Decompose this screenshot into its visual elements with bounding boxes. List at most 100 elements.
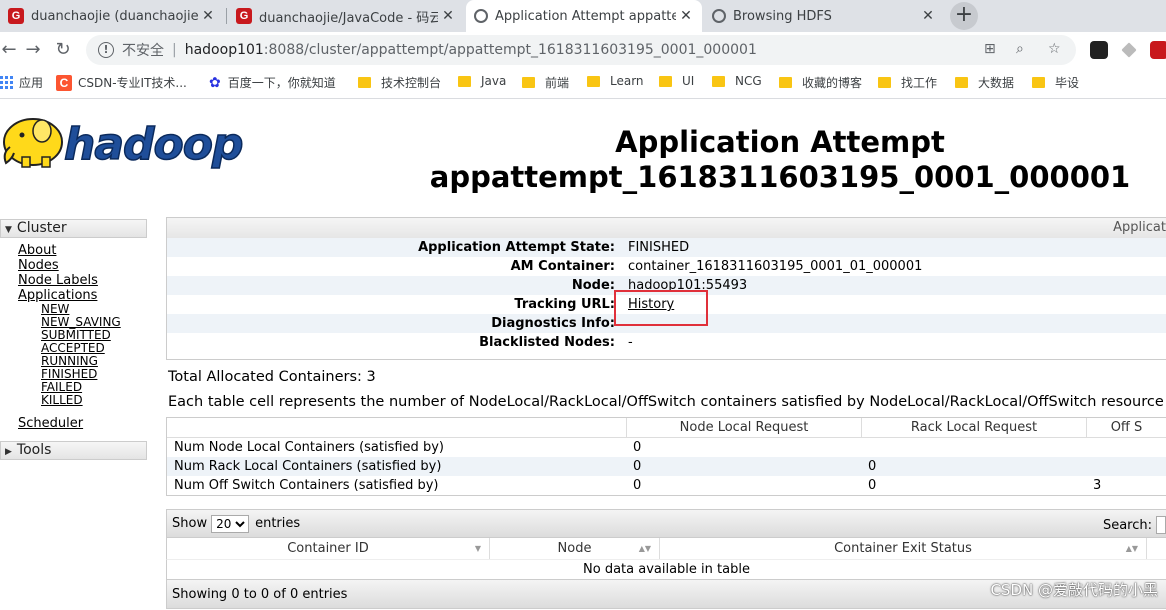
new-tab-button[interactable]: + <box>950 2 978 30</box>
bookmark-baidu[interactable]: ✿ 百度一下，你就知道 <box>209 74 336 91</box>
page-content: hadoop Application Attempt appattempt_16… <box>0 99 1166 609</box>
bookmark-folder[interactable]: Java <box>458 74 506 88</box>
bookmark-label: 应用 <box>19 76 44 90</box>
container-locality-table: Node Local Request Rack Local Request Of… <box>166 417 1166 496</box>
tab-gitee-javacode[interactable]: G duanchaojie/JavaCode - 码云 - ✕ <box>228 0 464 32</box>
column-header-label: Node <box>557 541 592 556</box>
tab-title: Application Attempt appatter <box>495 8 676 24</box>
info-value <box>615 314 628 333</box>
bookmark-csdn[interactable]: C CSDN-专业IT技术... <box>56 74 187 91</box>
extension-vue-icon[interactable] <box>1121 42 1137 58</box>
csdn-watermark: CSDN @爱敲代码的小黑 <box>990 581 1158 599</box>
info-row: Application Attempt State: FINISHED <box>167 238 1166 257</box>
bookmark-label: 前端 <box>545 76 570 90</box>
separator: | <box>172 42 177 58</box>
tab-gitee-profile[interactable]: G duanchaojie (duanchaojie) - G ✕ <box>0 0 224 32</box>
nav-link-app-state[interactable]: KILLED <box>0 394 147 407</box>
column-header: Off S <box>1086 418 1166 437</box>
column-header-exit-status[interactable]: Container Exit Status ▲▼ <box>660 538 1147 559</box>
tracking-url-history-link[interactable]: History <box>628 297 674 312</box>
expand-triangle-icon: ▶ <box>5 447 12 457</box>
table-row: Num Node Local Containers (satisfied by)… <box>167 438 1166 457</box>
back-icon[interactable]: ← <box>0 37 22 63</box>
globe-icon <box>474 9 488 23</box>
table-cell <box>861 438 1086 457</box>
gitee-icon: G <box>8 8 24 24</box>
close-icon[interactable]: ✕ <box>198 8 218 24</box>
close-icon[interactable]: ✕ <box>918 8 938 24</box>
table-cell: 3 <box>1093 478 1102 493</box>
search-label: Search: <box>1102 517 1152 533</box>
tab-application-attempt[interactable]: Application Attempt appatter ✕ <box>466 0 702 32</box>
security-label: 不安全 <box>122 43 164 59</box>
allocation-section: Total Allocated Containers: 3 Each table… <box>166 365 1166 496</box>
show-label: Show <box>172 516 208 531</box>
bookmark-label: Learn <box>610 74 644 88</box>
bookmark-folder[interactable]: 技术控制台 <box>358 74 441 91</box>
tab-strip: G duanchaojie (duanchaojie) - G ✕ G duan… <box>0 0 1166 32</box>
folder-icon <box>712 75 725 87</box>
gitee-icon: G <box>236 8 252 24</box>
folder-icon <box>955 77 968 88</box>
globe-icon <box>712 9 726 23</box>
page-title-line1: Application Attempt <box>615 125 945 159</box>
table-row: Num Off Switch Containers (satisfied by)… <box>167 476 1166 495</box>
info-value: History <box>615 295 674 314</box>
table-cell: 0 <box>868 459 877 474</box>
bookmark-apps[interactable]: 应用 <box>0 74 43 91</box>
table-cell <box>1086 438 1166 457</box>
zoom-icon[interactable]: ⌕ <box>1016 41 1024 57</box>
column-header-label: Container ID <box>287 541 369 556</box>
column-header-container-id[interactable]: Container ID ▼ <box>167 538 490 559</box>
info-label: AM Container: <box>510 259 615 274</box>
nav-link-node-labels[interactable]: Node Labels <box>0 273 147 288</box>
tab-browsing-hdfs[interactable]: Browsing HDFS ✕ <box>704 0 944 32</box>
nav-cluster-header[interactable]: ▼ Cluster <box>0 219 147 238</box>
nav-tools-header[interactable]: ▶ Tools <box>0 441 147 460</box>
bookmark-label: 毕设 <box>1055 76 1080 90</box>
info-label: Node: <box>571 278 615 293</box>
empty-table-message: No data available in table <box>166 559 1166 579</box>
bookmark-folder[interactable]: 前端 <box>522 74 569 91</box>
bookmark-label: 技术控制台 <box>381 76 442 90</box>
nav-link-about[interactable]: About <box>0 243 147 258</box>
folder-icon <box>878 77 891 88</box>
nav-link-nodes[interactable]: Nodes <box>0 258 147 273</box>
bookmark-folder[interactable]: Learn <box>587 74 644 88</box>
sort-icon: ▲▼ <box>1125 544 1138 553</box>
bookmark-star-icon[interactable]: ☆ <box>1048 41 1061 57</box>
table-row: Num Rack Local Containers (satisfied by)… <box>167 457 1166 476</box>
address-bar[interactable]: ! 不安全 | hadoop101:8088/cluster/appattemp… <box>86 35 1076 65</box>
column-header: Rack Local Request <box>861 418 1086 437</box>
attempt-info-table: Applicat Application Attempt State: FINIS… <box>166 217 1166 360</box>
entries-label: entries <box>255 516 301 531</box>
bookmark-folder[interactable]: 毕设 <box>1032 74 1079 91</box>
bookmark-folder[interactable]: NCG <box>712 74 762 88</box>
extension-icon[interactable] <box>1090 41 1108 59</box>
close-icon[interactable]: ✕ <box>438 8 458 24</box>
bookmark-folder[interactable]: 收藏的博客 <box>779 74 862 91</box>
translate-icon[interactable]: ⊞ <box>984 41 996 57</box>
close-icon[interactable]: ✕ <box>676 8 696 24</box>
info-row: Tracking URL: History <box>167 295 1166 314</box>
column-header-node[interactable]: Node ▲▼ <box>490 538 660 559</box>
folder-icon <box>458 75 471 87</box>
apps-icon <box>0 76 13 89</box>
bookmark-folder[interactable]: UI <box>659 74 694 88</box>
bookmark-folder[interactable]: 大数据 <box>955 74 1014 91</box>
bookmark-folder[interactable]: 找工作 <box>878 74 937 91</box>
column-header: Node Local Request <box>626 418 861 437</box>
folder-icon <box>587 75 600 87</box>
nav-link-scheduler[interactable]: Scheduler <box>0 416 147 431</box>
table-cell: 0 <box>633 478 642 493</box>
tab-title: duanchaojie/JavaCode - 码云 - <box>259 10 438 26</box>
forward-icon[interactable]: → <box>20 37 46 63</box>
info-table-padding <box>167 352 1166 359</box>
info-row: Blacklisted Nodes: - <box>167 333 1166 352</box>
search-input[interactable] <box>1156 516 1166 534</box>
extension-red-icon[interactable] <box>1150 41 1166 59</box>
reload-icon[interactable]: ↻ <box>50 37 76 63</box>
page-size-select[interactable]: 20 <box>211 514 250 533</box>
info-value: - <box>628 335 633 350</box>
nav-link-applications[interactable]: Applications <box>0 288 147 303</box>
